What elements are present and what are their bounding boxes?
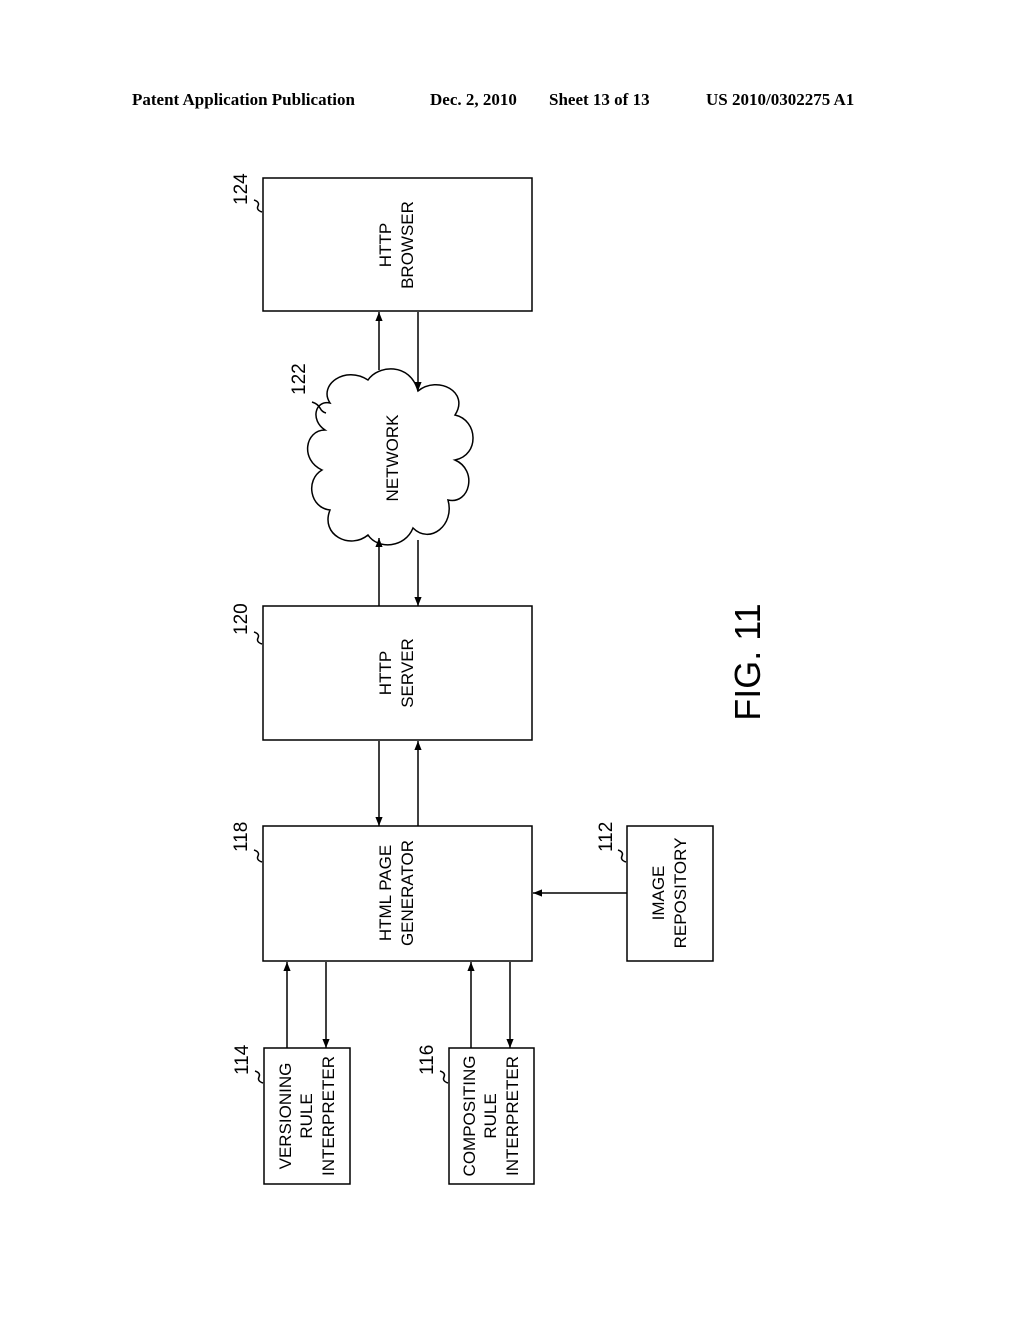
- figure-label: FIG. 11: [727, 603, 768, 720]
- image-repository-block: IMAGE REPOSITORY 112: [596, 822, 714, 962]
- leader-116: [439, 1070, 449, 1084]
- image-repository-box: [626, 825, 714, 962]
- ref-116: 116: [417, 1045, 438, 1075]
- html-page-generator-label-2: GENERATOR: [398, 840, 417, 946]
- ref-124: 124: [231, 173, 252, 205]
- leader-112: [617, 849, 627, 863]
- compositing-label-1: COMPOSITING: [460, 1056, 479, 1177]
- compositing-label-2: RULE: [481, 1093, 500, 1138]
- ref-122: 122: [289, 363, 310, 395]
- versioning-label-2: RULE: [297, 1093, 316, 1138]
- block-diagram: HTTP BROWSER 124 NETWORK 122 HTTP SERVER…: [231, 173, 768, 1185]
- html-page-generator-block: HTML PAGE GENERATOR 118: [231, 822, 533, 962]
- ref-112: 112: [596, 822, 617, 852]
- compositing-rule-interpreter-block: COMPOSITING RULE INTERPRETER 116: [417, 1045, 535, 1185]
- image-repository-label-1: IMAGE: [649, 866, 668, 921]
- image-repository-label-2: REPOSITORY: [671, 838, 690, 949]
- ref-118: 118: [231, 822, 252, 852]
- versioning-rule-interpreter-block: VERSIONING RULE INTERPRETER 114: [232, 1044, 351, 1185]
- html-page-generator-label-1: HTML PAGE: [376, 845, 395, 941]
- http-server-label-1: HTTP: [376, 651, 395, 695]
- http-browser-label-2: BROWSER: [398, 201, 417, 289]
- versioning-label-1: VERSIONING: [276, 1063, 295, 1170]
- http-browser-label-1: HTTP: [376, 223, 395, 267]
- compositing-label-3: INTERPRETER: [503, 1056, 522, 1176]
- versioning-label-3: INTERPRETER: [319, 1056, 338, 1176]
- leader-114: [254, 1070, 264, 1084]
- ref-114: 114: [232, 1044, 253, 1075]
- network-block: NETWORK 122: [289, 363, 474, 546]
- leader-120: [253, 631, 263, 645]
- network-label: NETWORK: [383, 414, 402, 502]
- ref-120: 120: [231, 603, 252, 635]
- http-browser-block: HTTP BROWSER 124: [231, 173, 533, 312]
- http-server-block: HTTP SERVER 120: [231, 603, 533, 741]
- leader-124: [253, 199, 263, 213]
- http-server-label-2: SERVER: [398, 638, 417, 708]
- leader-118: [253, 849, 263, 863]
